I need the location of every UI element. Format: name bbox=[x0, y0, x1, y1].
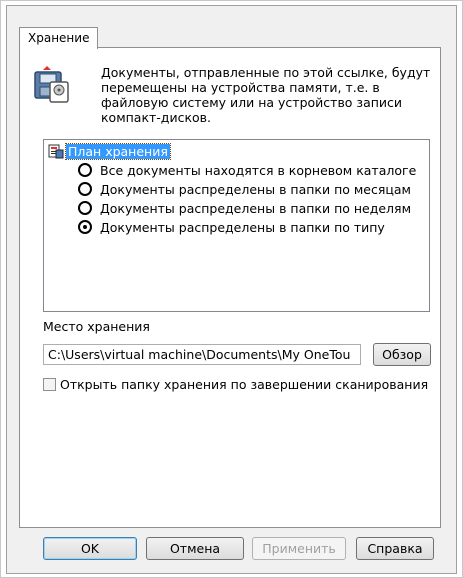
tab-storage[interactable]: Хранение bbox=[19, 27, 99, 49]
option-by-month[interactable]: Документы распределены в папки по месяца… bbox=[78, 180, 411, 198]
tree-root-row[interactable]: План хранения bbox=[48, 142, 171, 160]
open-folder-option[interactable]: Открыть папку хранения по завершении ска… bbox=[43, 377, 428, 392]
ok-button[interactable]: OK bbox=[43, 537, 137, 560]
plan-icon bbox=[48, 144, 64, 159]
apply-button[interactable]: Применить bbox=[252, 537, 346, 560]
location-path-field[interactable]: C:\Users\virtual machine\Documents\My On… bbox=[43, 344, 361, 365]
tree-root-label[interactable]: План хранения bbox=[65, 142, 171, 160]
option-root-directory[interactable]: Все документы находятся в корневом катал… bbox=[78, 161, 416, 179]
storage-plan-tree[interactable]: План хранения Все документы находятся в … bbox=[43, 139, 430, 312]
option-by-week[interactable]: Документы распределены в папки по неделя… bbox=[78, 199, 411, 217]
location-label: Место хранения bbox=[43, 319, 150, 334]
radio-by-week[interactable] bbox=[78, 201, 92, 215]
option-label: Документы распределены в папки по месяца… bbox=[100, 181, 411, 197]
open-folder-label: Открыть папку хранения по завершении ска… bbox=[60, 377, 429, 392]
help-button[interactable]: Справка bbox=[356, 537, 434, 560]
option-label: Документы распределены в папки по неделя… bbox=[100, 200, 411, 216]
option-by-type[interactable]: Документы распределены в папки по типу bbox=[78, 218, 385, 236]
description-text: Документы, отправленные по этой ссылке, … bbox=[101, 65, 431, 125]
radio-by-type[interactable] bbox=[78, 220, 92, 234]
option-label: Все документы находятся в корневом катал… bbox=[100, 162, 417, 178]
storage-device-icon bbox=[34, 66, 69, 103]
radio-root-directory[interactable] bbox=[78, 163, 92, 177]
radio-by-month[interactable] bbox=[78, 182, 92, 196]
open-folder-checkbox[interactable] bbox=[43, 378, 56, 391]
option-label: Документы распределены в папки по типу bbox=[100, 219, 385, 235]
cancel-button[interactable]: Отмена bbox=[146, 537, 244, 560]
browse-button[interactable]: Обзор bbox=[373, 343, 431, 366]
